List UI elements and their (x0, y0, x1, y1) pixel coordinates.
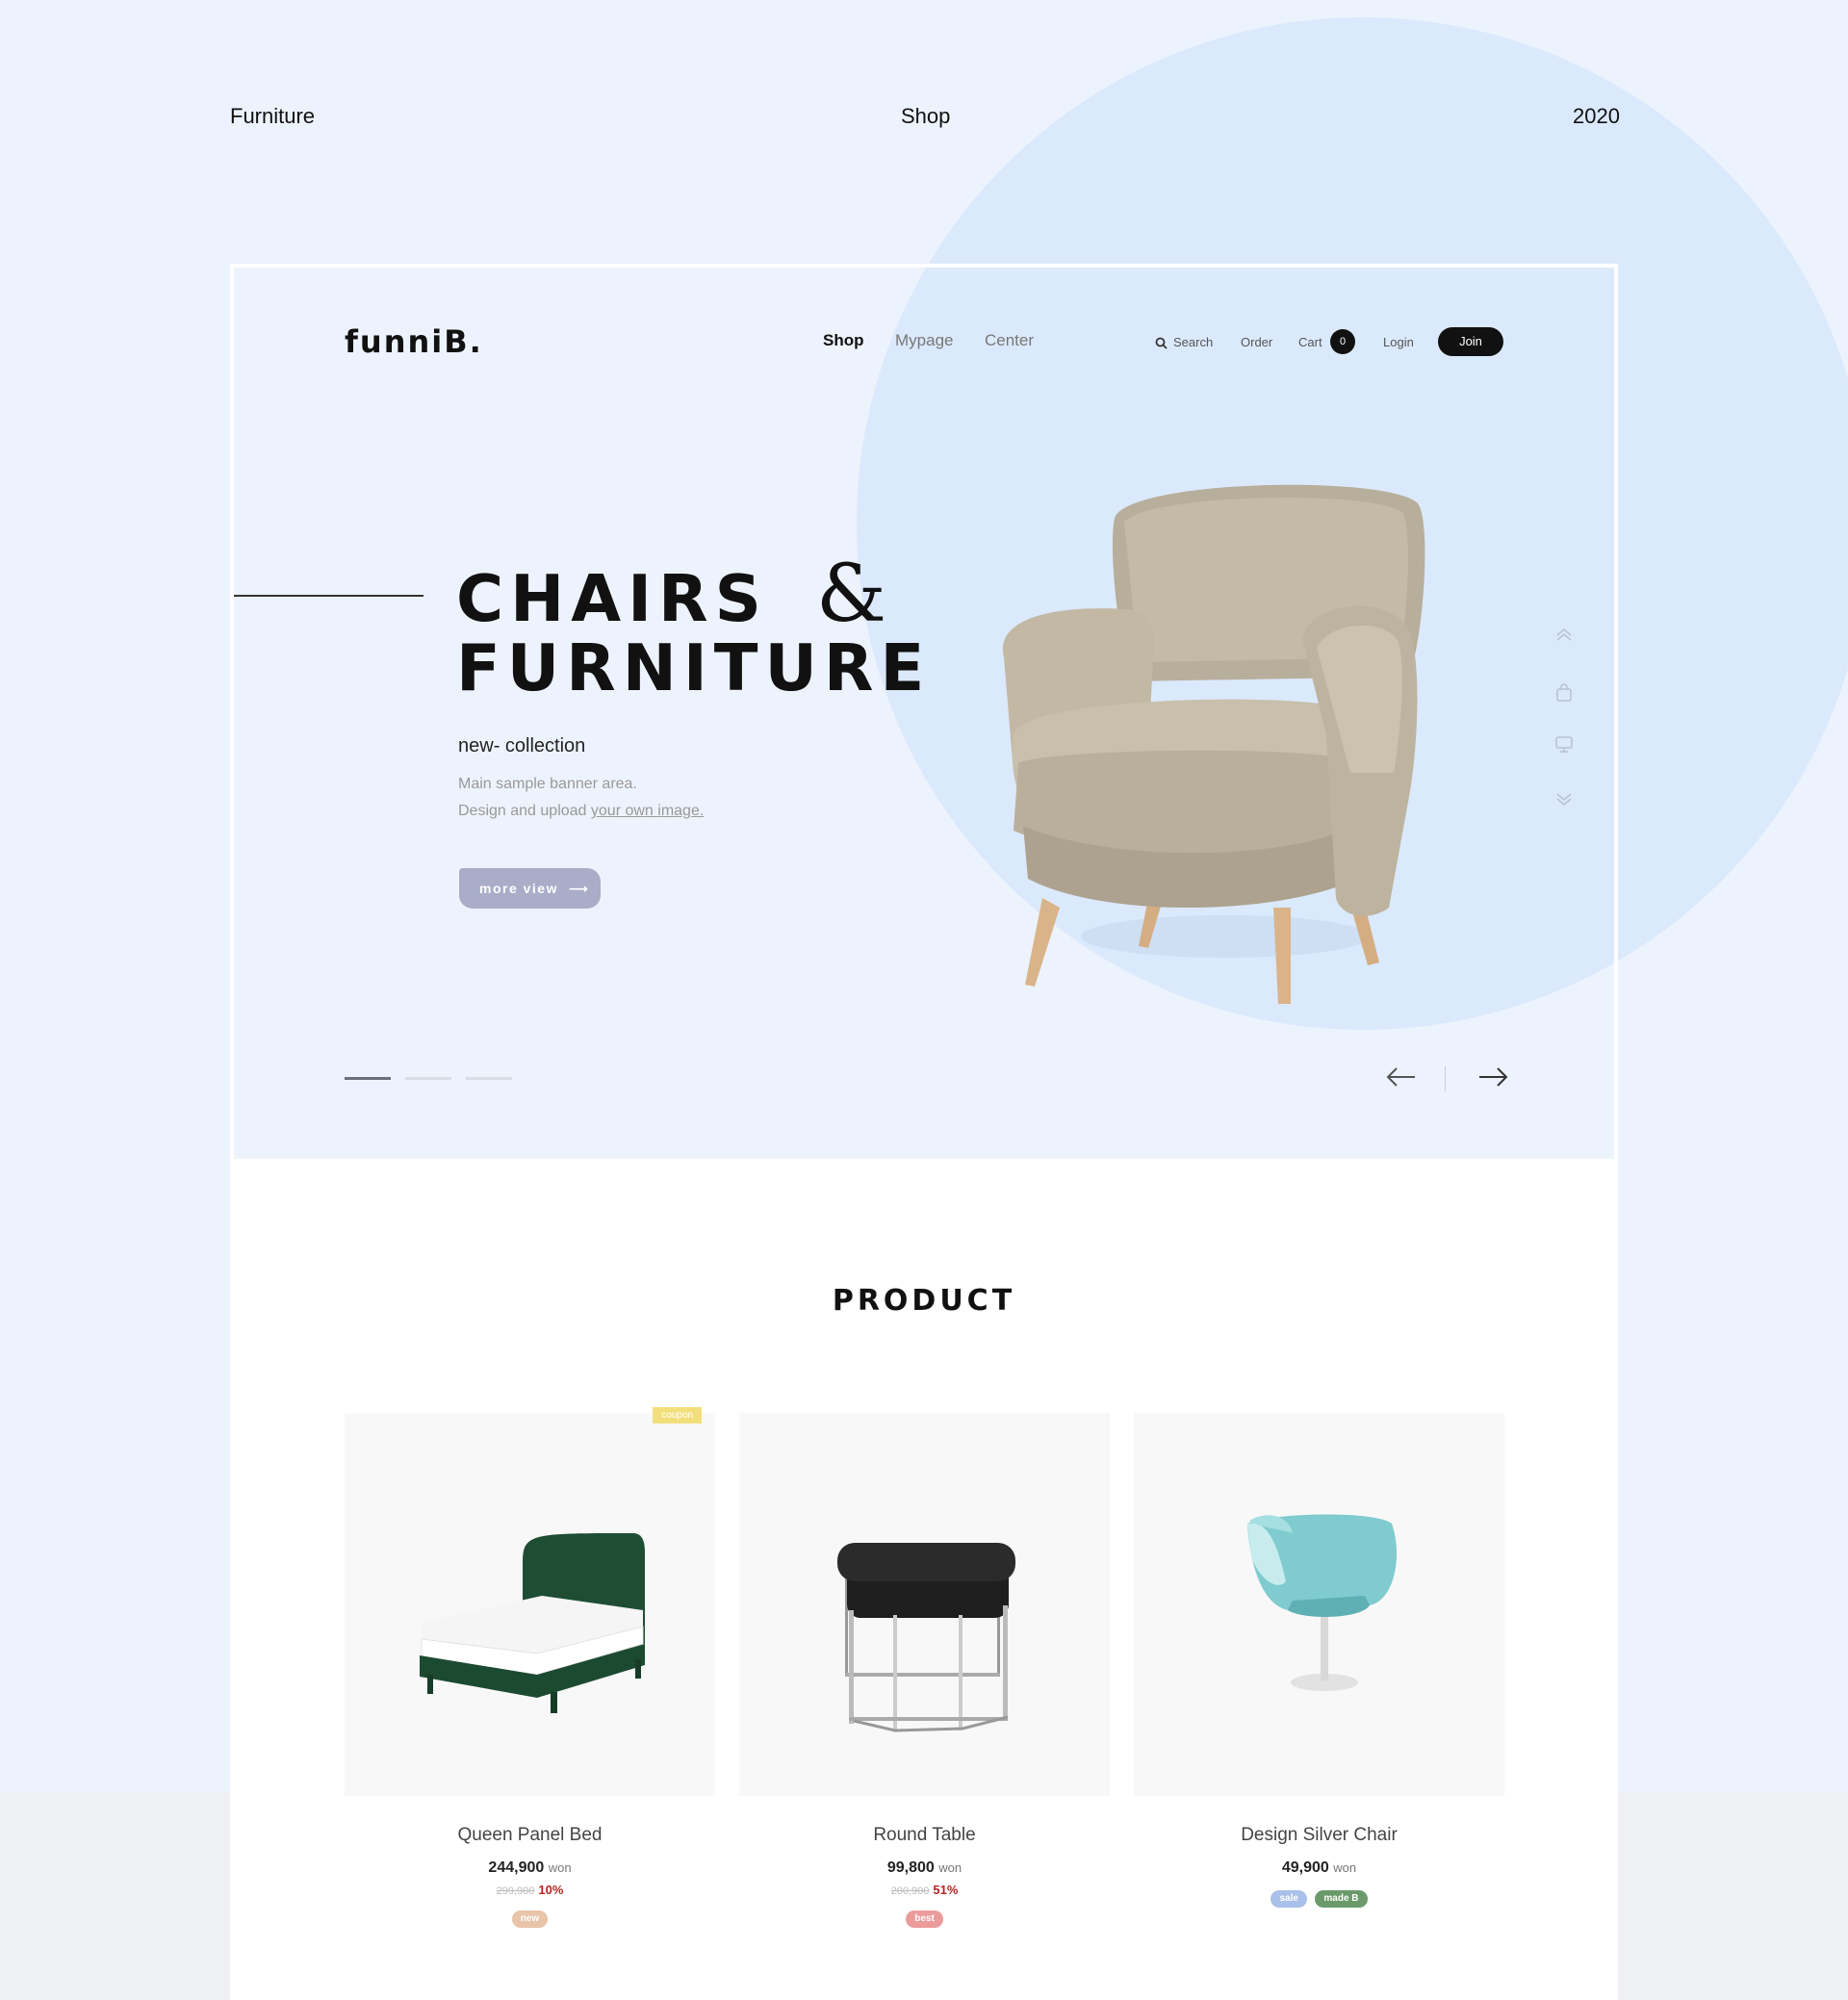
bed-image (420, 1533, 645, 1713)
price-unit: won (938, 1860, 962, 1875)
badge-row: sale made B (1134, 1888, 1504, 1908)
header-furniture: Furniture (230, 104, 316, 128)
badge-row: best (739, 1909, 1110, 1928)
badge-best: best (906, 1910, 943, 1928)
hero-title-line2: FURNITURE (456, 630, 932, 705)
price-unit: won (1333, 1860, 1357, 1875)
product-old-price: 299,900 10% (345, 1883, 715, 1897)
arrow-left-icon[interactable] (1385, 1063, 1418, 1091)
bag-icon[interactable] (1553, 682, 1575, 704)
double-chevron-up-icon[interactable] (1553, 625, 1575, 646)
product-price: 99,800 won (739, 1859, 1110, 1877)
price-value: 99,800 (886, 1859, 935, 1876)
product-price: 244,900 won (345, 1859, 715, 1877)
header-year: 2020 (1573, 104, 1620, 128)
product-card[interactable]: Design Silver Chair 49,900 won sale made… (1134, 1413, 1504, 1908)
coupon-tag: coupon (653, 1407, 702, 1423)
product-old-price: 200,900 51% (739, 1883, 1110, 1897)
join-button[interactable]: Join (1438, 327, 1503, 356)
old-price-value: 200,900 (890, 1885, 930, 1897)
product-section-title: PRODUCT (832, 1284, 1016, 1318)
hero-subtitle: new- collection (458, 735, 586, 756)
site-logo[interactable]: funniB. (345, 323, 483, 360)
design-chair-image (1247, 1514, 1398, 1691)
cart-link[interactable]: Cart (1298, 335, 1322, 349)
product-card[interactable]: coupon Queen Panel Bed 244,900 won 299,9… (345, 1407, 715, 1928)
badge-sale: sale (1270, 1890, 1307, 1908)
armchair-image (1002, 484, 1425, 1004)
product-name[interactable]: Round Table (739, 1825, 1110, 1846)
discount-rate: 10% (538, 1883, 564, 1897)
arrow-divider (1445, 1066, 1446, 1091)
slide-indicator-2[interactable] (405, 1077, 451, 1080)
arrow-right-icon[interactable] (1476, 1063, 1509, 1091)
more-view-label: more view (479, 881, 558, 896)
search-icon[interactable] (1155, 337, 1168, 349)
hero-desc-link[interactable]: your own image. (591, 803, 704, 819)
hero-title-line1: CHAIRS (456, 561, 768, 636)
product-name[interactable]: Queen Panel Bed (345, 1825, 715, 1846)
product-image[interactable] (739, 1413, 1110, 1796)
header-shop: Shop (901, 104, 951, 128)
discount-rate: 51% (933, 1883, 959, 1897)
product-price: 49,900 won (1134, 1859, 1504, 1877)
site-mockup: funniB. Shop Mypage Center Search Order … (230, 264, 1618, 2000)
product-name[interactable]: Design Silver Chair (1134, 1825, 1504, 1846)
monitor-icon[interactable] (1553, 733, 1575, 755)
arrow-right-small-icon: ⟶ (568, 881, 590, 896)
slide-indicator-3[interactable] (466, 1077, 512, 1080)
hero-desc-line2: Design and upload your own image. (458, 803, 704, 820)
search-link[interactable]: Search (1173, 335, 1213, 349)
product-image[interactable]: coupon (345, 1407, 715, 1796)
price-unit: won (548, 1860, 572, 1875)
order-link[interactable]: Order (1241, 335, 1272, 349)
login-link[interactable]: Login (1383, 335, 1414, 349)
product-card[interactable]: Round Table 99,800 won 200,900 51% best (739, 1413, 1110, 1928)
cart-count-badge: 0 (1330, 329, 1355, 354)
slide-indicator-1[interactable] (345, 1077, 391, 1080)
badge-new: new (511, 1910, 549, 1928)
more-view-button[interactable]: more view ⟶ (459, 868, 601, 909)
badge-row: new (345, 1909, 715, 1928)
hero-desc-line1: Main sample banner area. (458, 776, 637, 792)
double-chevron-down-icon[interactable] (1553, 788, 1575, 809)
hero-divider-line (234, 595, 424, 597)
badge-made-b: made B (1315, 1890, 1368, 1908)
old-price-value: 299,900 (496, 1885, 535, 1897)
price-value: 49,900 (1281, 1859, 1329, 1876)
hero-desc-text: Design and upload (458, 803, 587, 819)
nav-mypage[interactable]: Mypage (895, 331, 953, 350)
hero-banner: funniB. Shop Mypage Center Search Order … (234, 268, 1614, 1159)
hero-ampersand: & (816, 549, 886, 640)
nav-shop[interactable]: Shop (823, 331, 864, 350)
stool-image (837, 1543, 1015, 1732)
product-image[interactable] (1134, 1413, 1504, 1796)
price-value: 244,900 (488, 1859, 545, 1876)
nav-center[interactable]: Center (985, 331, 1034, 350)
